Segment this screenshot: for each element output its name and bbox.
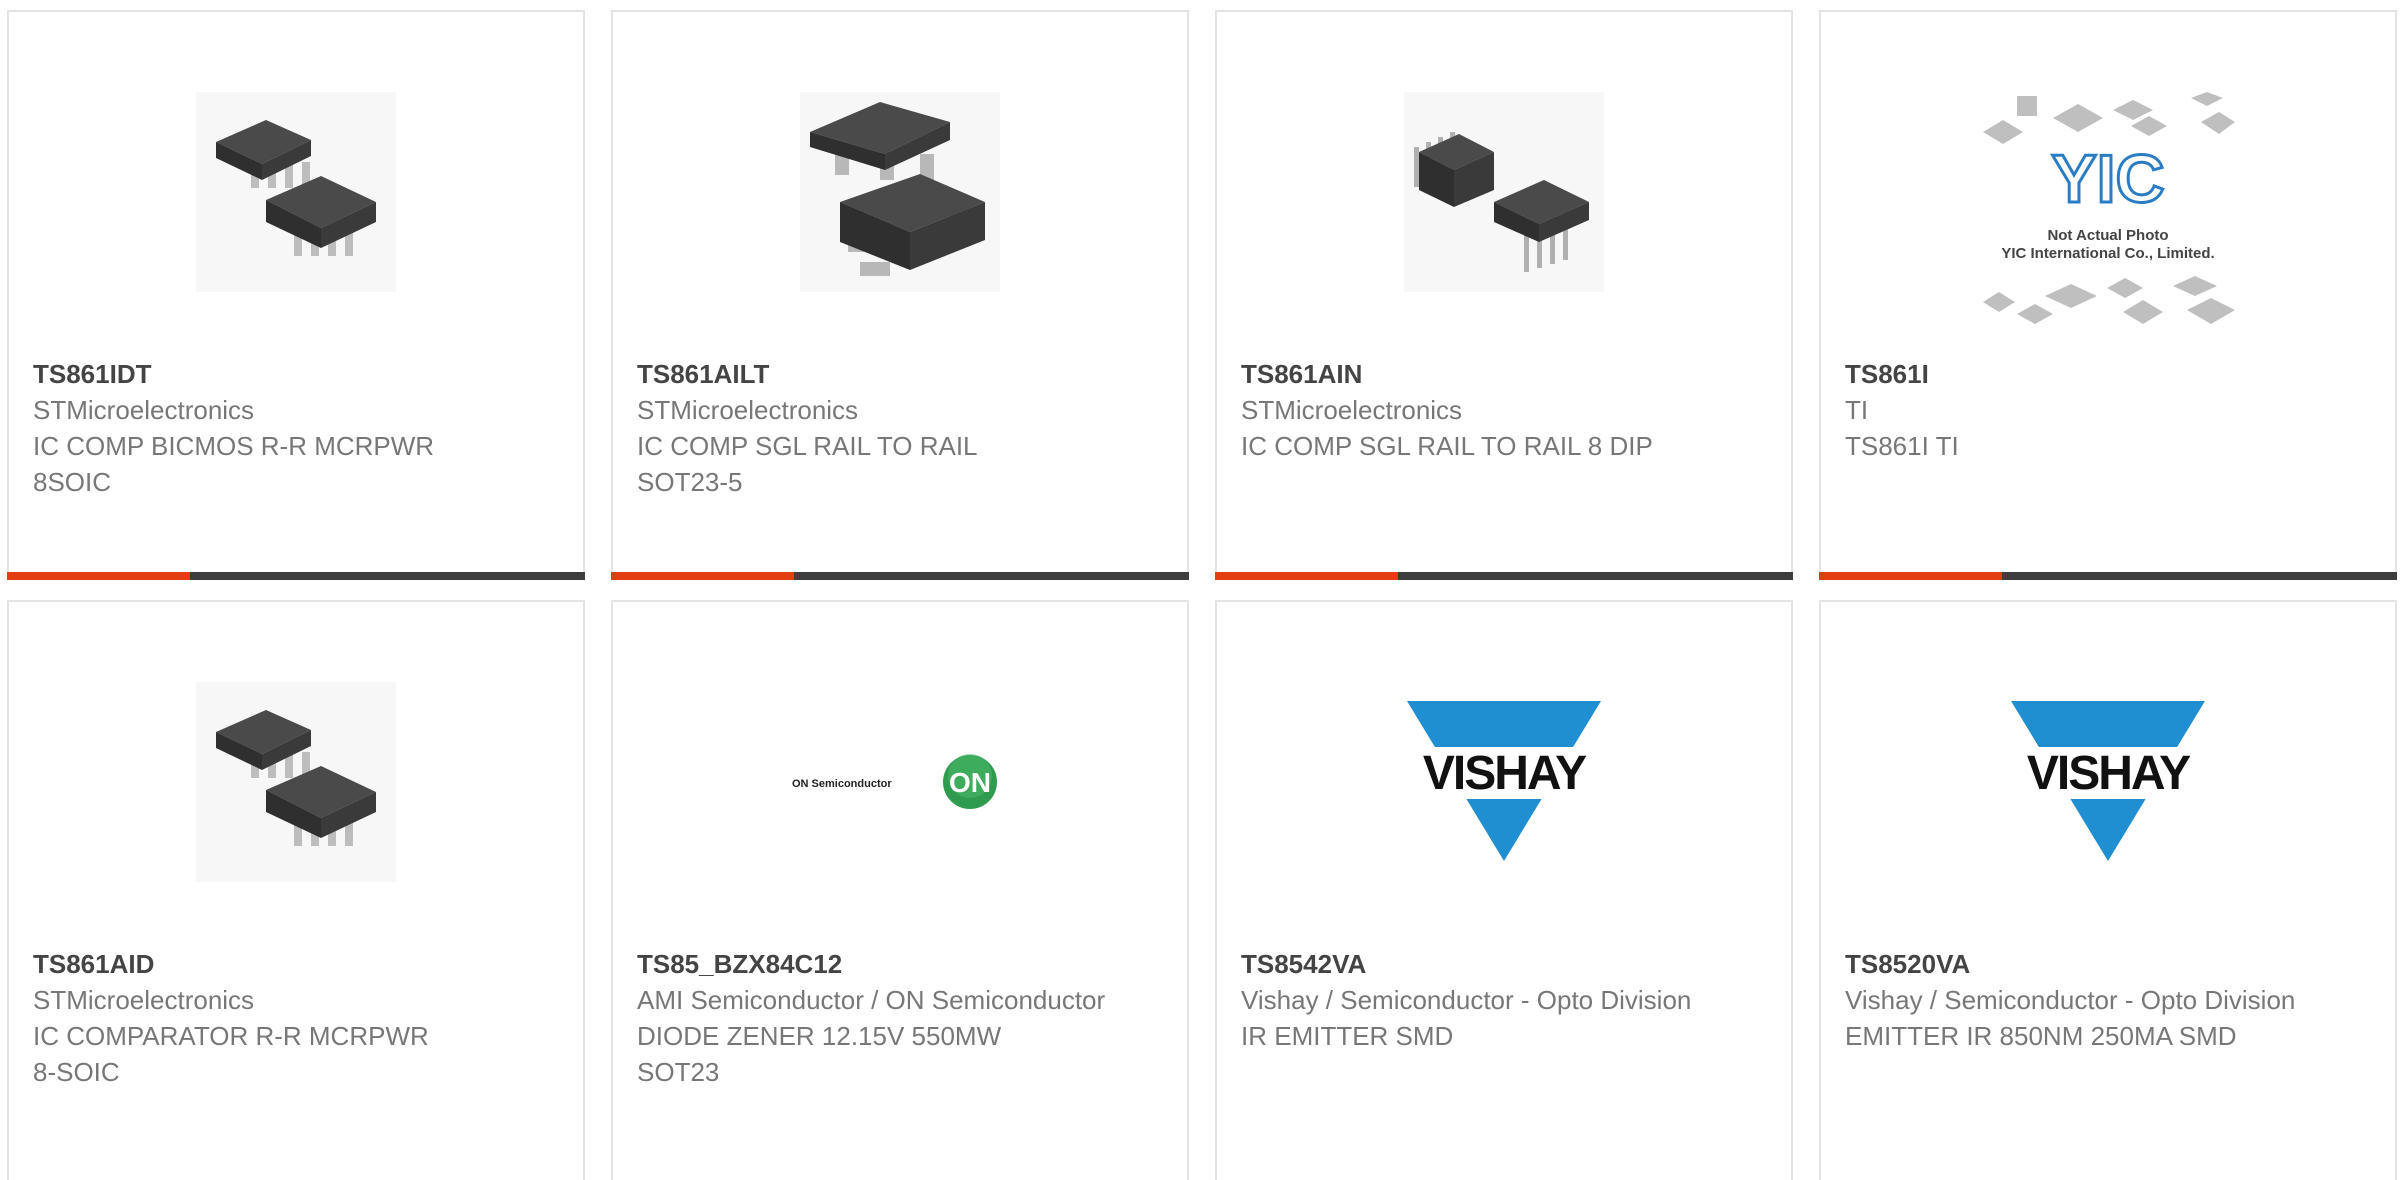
manufacturer: STMicroelectronics	[33, 985, 255, 1015]
on-semi-logo: ON Semiconductor ON	[792, 754, 997, 809]
product-info: TS8520VA Vishay / Semiconductor - Opto D…	[1845, 946, 2375, 1054]
description: IC COMPARATOR R-R MCRPWR 8-SOIC	[33, 1021, 429, 1087]
description: DIODE ZENER 12.15V 550MW SOT23	[637, 1021, 1002, 1087]
soic8-chip-icon	[196, 92, 396, 292]
product-info: TS861AID STMicroelectronics IC COMPARATO…	[33, 946, 563, 1090]
on-semi-name: ON Semiconductor	[792, 778, 892, 790]
product-info: TS85_BZX84C12 AMI Semiconductor / ON Sem…	[637, 946, 1167, 1090]
manufacturer: STMicroelectronics	[33, 395, 255, 425]
card-accent	[611, 572, 794, 580]
product-image[interactable]	[9, 662, 583, 902]
manufacturer: STMicroelectronics	[1241, 395, 1463, 425]
soic8-chip-icon	[196, 682, 396, 882]
part-number[interactable]: TS861I	[1845, 356, 2375, 392]
yic-placeholder-logo: YIC Not Actual Photo YIC International C…	[1983, 92, 2235, 324]
manufacturer: AMI Semiconductor / ON Semiconductor	[637, 985, 1106, 1015]
description: EMITTER IR 850NM 250MA SMD	[1845, 1021, 2237, 1051]
product-image[interactable]	[9, 72, 583, 312]
product-card[interactable]: VISHAY TS8520VA Vishay / Semiconductor -…	[1819, 600, 2397, 1180]
card-bottom-bar	[1215, 572, 1793, 580]
description: IC COMP SGL RAIL TO RAIL SOT23-5	[637, 431, 977, 497]
vishay-name: VISHAY	[2027, 747, 2191, 800]
card-bottom-bar	[7, 572, 585, 580]
part-number[interactable]: TS861AID	[33, 946, 563, 982]
product-card[interactable]: VISHAY TS8542VA Vishay / Semiconductor -…	[1215, 600, 1793, 1180]
product-card[interactable]: TS861IDT STMicroelectronics IC COMP BICM…	[7, 10, 585, 580]
part-number[interactable]: TS8542VA	[1241, 946, 1771, 982]
manufacturer: STMicroelectronics	[637, 395, 859, 425]
card-bottom-bar	[611, 572, 1189, 580]
card-accent	[7, 572, 190, 580]
product-info: TS861IDT STMicroelectronics IC COMP BICM…	[33, 356, 563, 500]
description: TS861I TI	[1845, 431, 1959, 461]
product-info: TS861I TI TS861I TI	[1845, 356, 2375, 464]
manufacturer: Vishay / Semiconductor - Opto Division	[1845, 985, 2296, 1015]
product-image[interactable]: ON Semiconductor ON	[613, 662, 1187, 902]
product-info: TS861AIN STMicroelectronics IC COMP SGL …	[1241, 356, 1771, 464]
product-card[interactable]: YIC Not Actual Photo YIC International C…	[1819, 10, 2397, 580]
product-grid: TS861IDT STMicroelectronics IC COMP BICM…	[0, 0, 2400, 1180]
product-card[interactable]: TS861AID STMicroelectronics IC COMPARATO…	[7, 600, 585, 1180]
product-image[interactable]	[1217, 72, 1791, 312]
yic-line2: YIC International Co., Limited.	[2001, 245, 2214, 262]
product-image[interactable]	[613, 72, 1187, 312]
yic-brand: YIC	[2051, 141, 2164, 217]
product-card[interactable]: ON Semiconductor ON TS85_BZX84C12 AMI Se…	[611, 600, 1189, 1180]
dip8-chip-icon	[1404, 92, 1604, 292]
card-bottom-bar	[1819, 572, 2397, 580]
product-image[interactable]: VISHAY	[1821, 662, 2395, 902]
card-accent	[1819, 572, 2002, 580]
vishay-logo: VISHAY	[2003, 701, 2213, 861]
product-info: TS8542VA Vishay / Semiconductor - Opto D…	[1241, 946, 1771, 1054]
part-number[interactable]: TS861IDT	[33, 356, 563, 392]
on-badge: ON	[949, 767, 991, 798]
description: IC COMP BICMOS R-R MCRPWR 8SOIC	[33, 431, 435, 497]
part-number[interactable]: TS861AIN	[1241, 356, 1771, 392]
product-info: TS861AILT STMicroelectronics IC COMP SGL…	[637, 356, 1167, 500]
part-number[interactable]: TS85_BZX84C12	[637, 946, 1167, 982]
product-image[interactable]: VISHAY	[1217, 662, 1791, 902]
vishay-name: VISHAY	[1423, 747, 1587, 800]
card-accent	[1215, 572, 1398, 580]
sot23-chip-icon	[800, 92, 1000, 292]
description: IC COMP SGL RAIL TO RAIL 8 DIP	[1241, 431, 1653, 461]
product-card[interactable]: TS861AIN STMicroelectronics IC COMP SGL …	[1215, 10, 1793, 580]
manufacturer: Vishay / Semiconductor - Opto Division	[1241, 985, 1692, 1015]
part-number[interactable]: TS861AILT	[637, 356, 1167, 392]
manufacturer: TI	[1845, 395, 1869, 425]
product-image[interactable]: YIC Not Actual Photo YIC International C…	[1821, 92, 2395, 332]
yic-line1: Not Actual Photo	[2047, 227, 2168, 244]
part-number[interactable]: TS8520VA	[1845, 946, 2375, 982]
product-card[interactable]: TS861AILT STMicroelectronics IC COMP SGL…	[611, 10, 1189, 580]
vishay-logo: VISHAY	[1399, 701, 1609, 861]
description: IR EMITTER SMD	[1241, 1021, 1454, 1051]
